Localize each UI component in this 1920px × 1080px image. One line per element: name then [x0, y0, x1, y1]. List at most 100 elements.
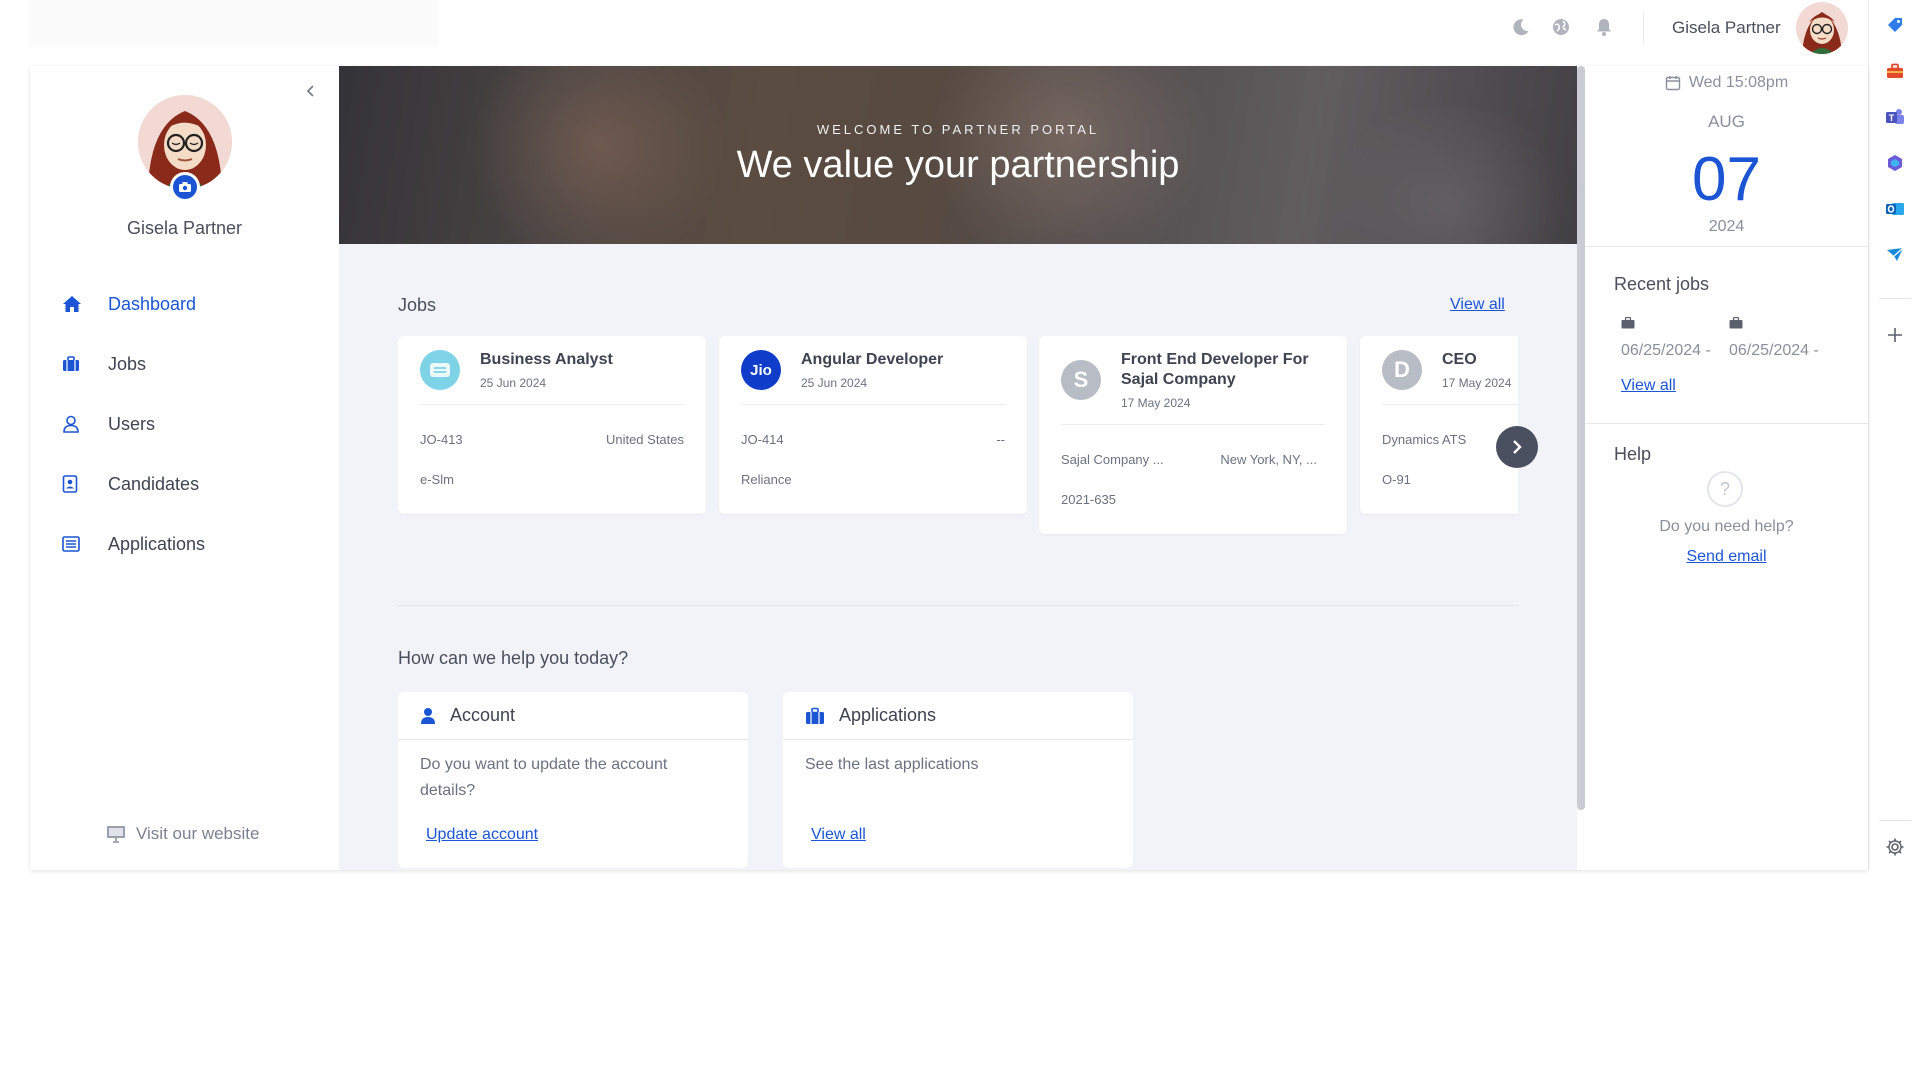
outlook-icon[interactable] — [1882, 196, 1908, 222]
help-link-wrap: Send email — [1585, 548, 1868, 566]
job-date: 17 May 2024 — [1121, 396, 1191, 410]
panel-divider — [1585, 246, 1868, 247]
top-user-name[interactable]: Gisela Partner — [1672, 18, 1781, 38]
job-card[interactable]: D CEO 17 May 2024 Dynamics ATS O-91 — [1360, 336, 1518, 514]
update-account-link[interactable]: Update account — [426, 826, 538, 844]
job-reference: JO-413 — [420, 432, 463, 447]
current-datetime: Wed 15:08pm — [1585, 74, 1868, 92]
chevron-right-icon — [1513, 440, 1522, 454]
calendar-month: AUG — [1708, 112, 1745, 131]
user-icon — [62, 413, 88, 435]
job-company: 2021-635 — [1061, 492, 1116, 507]
visit-website-link[interactable]: Visit our website — [106, 824, 259, 844]
panel-divider — [1585, 423, 1868, 424]
applications-card-title: Applications — [839, 705, 937, 725]
job-company: Reliance — [741, 472, 792, 487]
job-date: 25 Jun 2024 — [801, 376, 868, 390]
section-divider — [398, 605, 1518, 606]
nav-label-candidates: Candidates — [108, 473, 200, 494]
recent-job-item[interactable]: 06/25/2024 - — [1621, 316, 1711, 360]
applications-card-header: Applications — [783, 692, 1133, 740]
job-reference: Sajal Company ... — [1061, 452, 1164, 467]
job-title: CEO — [1442, 351, 1477, 368]
jobs-carousel: Business Analyst 25 Jun 2024 JO-413 Unit… — [398, 336, 1518, 556]
change-photo-button[interactable] — [170, 172, 200, 202]
send-icon[interactable] — [1882, 242, 1908, 268]
job-location: United States — [605, 432, 684, 447]
nav-item-jobs[interactable]: Jobs — [62, 349, 146, 379]
job-location: -- — [996, 432, 1005, 447]
svg-text:T: T — [1889, 113, 1895, 123]
jobs-section-title: Jobs — [398, 295, 437, 315]
job-reference: Dynamics ATS — [1382, 432, 1467, 447]
briefcase-icon — [1621, 316, 1635, 329]
globe-icon[interactable] — [1548, 14, 1574, 40]
carousel-next-button[interactable] — [1496, 426, 1538, 468]
job-title: Business Analyst — [480, 351, 613, 368]
add-icon[interactable] — [1882, 322, 1908, 348]
recent-job-item[interactable]: 06/25/2024 - — [1729, 316, 1819, 360]
hero-kicker: WELCOME TO PARTNER PORTAL — [816, 122, 1100, 137]
hero-banner: WELCOME TO PARTNER PORTAL We value your … — [339, 66, 1577, 244]
monitor-icon — [107, 826, 125, 843]
recent-job-date: 06/25/2024 - — [1621, 342, 1711, 359]
calendar-day: 07 — [1692, 145, 1761, 214]
app-rail: T — [1868, 0, 1920, 870]
briefcase-icon — [806, 707, 824, 724]
nav-item-dashboard[interactable]: Dashboard — [62, 289, 196, 319]
job-logo — [420, 350, 460, 390]
calendar-icon — [1665, 76, 1681, 91]
settings-icon[interactable] — [1882, 834, 1908, 860]
job-logo: Jio — [741, 350, 781, 390]
job-title: Angular Developer — [801, 351, 944, 368]
job-card[interactable]: Jio Angular Developer 25 Jun 2024 JO-414… — [719, 336, 1027, 514]
job-location: New York, NY, ... — [1220, 452, 1317, 467]
moon-icon[interactable] — [1508, 14, 1534, 40]
send-email-link[interactable]: Send email — [1686, 548, 1766, 565]
job-date: 25 Jun 2024 — [480, 376, 547, 390]
nav-item-users[interactable]: Users — [62, 409, 155, 439]
job-date: 17 May 2024 — [1442, 376, 1512, 390]
applications-card-text: See the last applications — [805, 756, 979, 773]
nav-label-users: Users — [108, 413, 156, 434]
applications-card: Applications See the last applications V… — [783, 692, 1133, 868]
account-card-title: Account — [450, 705, 516, 725]
main-scrollbar[interactable] — [1577, 66, 1585, 810]
top-bar-divider — [1643, 12, 1644, 44]
profile-name: Gisela Partner — [126, 218, 243, 238]
applications-view-all-link[interactable]: View all — [811, 826, 866, 844]
top-bar: Gisela Partner — [0, 0, 1868, 66]
help-title: Help — [1614, 444, 1652, 464]
top-avatar[interactable] — [1796, 2, 1848, 54]
id-card-icon — [62, 473, 88, 495]
nav-item-applications[interactable]: Applications — [62, 529, 205, 559]
job-title: Front End Developer For Sajal Company — [1121, 351, 1309, 388]
job-card[interactable]: S Front End Developer For Sajal Company … — [1039, 336, 1347, 534]
user-icon — [421, 707, 435, 724]
right-panel: Wed 15:08pm AUG 07 2024 Recent jobs 06/2… — [1585, 66, 1868, 870]
recent-jobs-title: Recent jobs — [1614, 274, 1710, 294]
nav-item-candidates[interactable]: Candidates — [62, 469, 199, 499]
recent-jobs-view-all-link[interactable]: View all — [1621, 377, 1676, 395]
tag-icon[interactable] — [1882, 12, 1908, 38]
job-company: O-91 — [1382, 472, 1411, 487]
jobs-view-all-link[interactable]: View all — [1450, 296, 1505, 314]
toolbox-icon[interactable] — [1882, 58, 1908, 84]
visit-website-label: Visit our website — [136, 824, 260, 843]
collapse-sidebar-button[interactable] — [300, 80, 322, 102]
teams-icon[interactable]: T — [1882, 104, 1908, 130]
job-reference: JO-414 — [741, 432, 784, 447]
nav-label-applications: Applications — [108, 533, 206, 554]
briefcase-icon — [1729, 316, 1743, 329]
account-card: Account Do you want to update the accoun… — [398, 692, 748, 868]
job-company: e-Slm — [420, 472, 454, 487]
bell-icon[interactable] — [1591, 14, 1617, 40]
help-text: Do you need help? — [1659, 518, 1794, 535]
job-logo: S — [1061, 360, 1101, 400]
job-logo: D — [1382, 350, 1422, 390]
account-card-header: Account — [398, 692, 748, 740]
datetime-text: Wed 15:08pm — [1688, 74, 1789, 91]
copilot-icon[interactable] — [1882, 150, 1908, 176]
job-card[interactable]: Business Analyst 25 Jun 2024 JO-413 Unit… — [398, 336, 706, 514]
home-icon — [62, 293, 88, 315]
